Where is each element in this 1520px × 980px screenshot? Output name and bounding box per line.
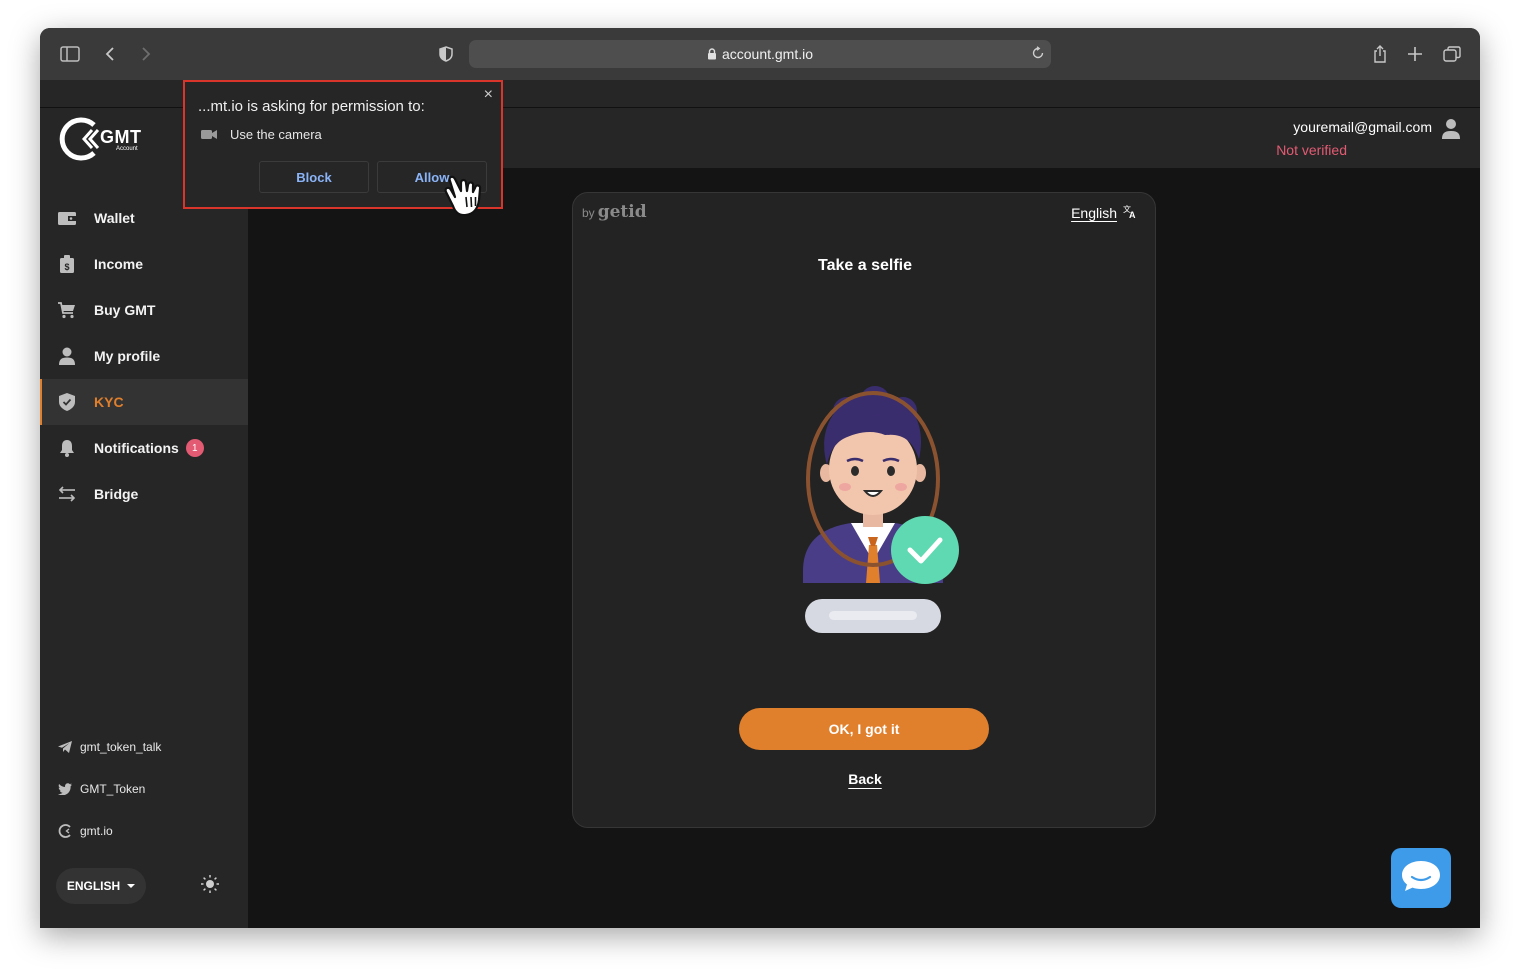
browser-window: account.gmt.io GMT Account Wallet $ Inco…	[40, 28, 1480, 928]
permission-title: ...mt.io is asking for permission to:	[198, 98, 425, 115]
sidebar-item-my-profile[interactable]: My profile	[40, 333, 248, 379]
hand-pointer-cursor-icon	[444, 173, 492, 219]
forward-icon[interactable]	[134, 42, 158, 66]
user-icon	[58, 347, 76, 365]
tabs-overview-icon[interactable]	[1440, 42, 1464, 66]
reload-icon[interactable]	[1031, 46, 1045, 63]
chat-widget-button[interactable]	[1391, 848, 1451, 908]
twitter-icon	[58, 782, 72, 796]
provider-prefix: by	[582, 206, 595, 220]
user-email[interactable]: youremail@gmail.com	[1293, 119, 1432, 135]
caret-down-icon	[127, 884, 136, 888]
cart-icon	[58, 301, 76, 319]
language-select-label: ENGLISH	[66, 879, 121, 893]
new-tab-icon[interactable]	[1403, 42, 1427, 66]
privacy-shield-icon[interactable]	[434, 42, 458, 66]
chat-bubble-icon	[1401, 859, 1441, 898]
block-button[interactable]: Block	[259, 161, 369, 193]
gmt-logo[interactable]: GMT Account	[58, 116, 150, 162]
gmt-icon	[58, 824, 72, 838]
provider-brand: by getid	[582, 202, 647, 222]
social-links: gmt_token_talk GMT_Token gmt.io	[40, 726, 248, 852]
sidebar-item-bridge[interactable]: Bridge	[40, 471, 248, 517]
provider-name: getid	[597, 202, 647, 222]
selfie-illustration	[785, 383, 961, 641]
share-icon[interactable]	[1368, 42, 1392, 66]
kyc-selfie-card: by getid English 文A Take a selfie OK, I …	[572, 192, 1156, 828]
card-title: Take a selfie	[818, 257, 912, 274]
back-link-wrapper: Back	[573, 771, 1157, 787]
sidebar-item-label: Notifications	[94, 440, 179, 456]
verification-status: Not verified	[1276, 142, 1347, 158]
income-icon: $	[58, 255, 76, 273]
close-icon[interactable]: ×	[484, 86, 493, 104]
permission-request-label: Use the camera	[230, 127, 322, 142]
social-link-label: gmt_token_talk	[80, 740, 162, 754]
swap-icon	[58, 485, 76, 503]
sidebar-item-buy-gmt[interactable]: Buy GMT	[40, 287, 248, 333]
sun-icon	[200, 874, 220, 899]
wallet-icon	[58, 209, 76, 227]
social-link-label: gmt.io	[80, 824, 113, 838]
url-text: account.gmt.io	[721, 46, 814, 62]
sidebar-item-label: Bridge	[94, 486, 139, 502]
card-language-select[interactable]: English 文A	[1071, 204, 1143, 221]
back-link[interactable]: Back	[848, 771, 881, 787]
sidebar-item-label: Buy GMT	[94, 302, 156, 318]
social-link-website[interactable]: gmt.io	[40, 810, 248, 852]
social-link-telegram[interactable]: gmt_token_talk	[40, 726, 248, 768]
theme-toggle[interactable]	[198, 874, 222, 898]
sidebar-item-notifications[interactable]: Notifications 1	[40, 425, 248, 471]
sidebar-nav: Wallet $ Income Buy GMT My profile KYC N…	[40, 195, 248, 517]
lock-icon	[707, 48, 717, 60]
permission-request: Use the camera	[201, 127, 322, 142]
logo-text: GMT	[100, 127, 142, 147]
sidebar-item-income[interactable]: $ Income	[40, 241, 248, 287]
sidebar-toggle-icon[interactable]	[58, 42, 82, 66]
svg-text:A: A	[1129, 210, 1136, 218]
sidebar: GMT Account Wallet $ Income Buy GMT My p…	[40, 108, 248, 928]
sidebar-item-label: KYC	[94, 394, 124, 410]
translate-icon: 文A	[1123, 204, 1137, 221]
shield-icon	[58, 393, 76, 411]
sidebar-item-label: Income	[94, 256, 144, 272]
address-bar[interactable]: account.gmt.io	[469, 40, 1051, 68]
social-link-twitter[interactable]: GMT_Token	[40, 768, 248, 810]
sidebar-item-kyc[interactable]: KYC	[40, 379, 248, 425]
sidebar-item-label: My profile	[94, 348, 161, 364]
telegram-icon	[58, 740, 72, 754]
language-select[interactable]: ENGLISH	[56, 868, 146, 904]
card-language-label: English	[1071, 204, 1117, 221]
sidebar-item-label: Wallet	[94, 210, 135, 226]
logo-subtext: Account	[116, 146, 138, 152]
browser-toolbar: account.gmt.io	[40, 28, 1480, 80]
bell-icon	[58, 439, 76, 457]
notification-badge: 1	[185, 439, 204, 457]
social-link-label: GMT_Token	[80, 782, 146, 796]
camera-icon	[201, 129, 217, 141]
svg-text:$: $	[64, 262, 69, 272]
ok-got-it-button[interactable]: OK, I got it	[739, 708, 989, 750]
back-icon[interactable]	[98, 42, 122, 66]
account-icon[interactable]	[1442, 118, 1460, 140]
